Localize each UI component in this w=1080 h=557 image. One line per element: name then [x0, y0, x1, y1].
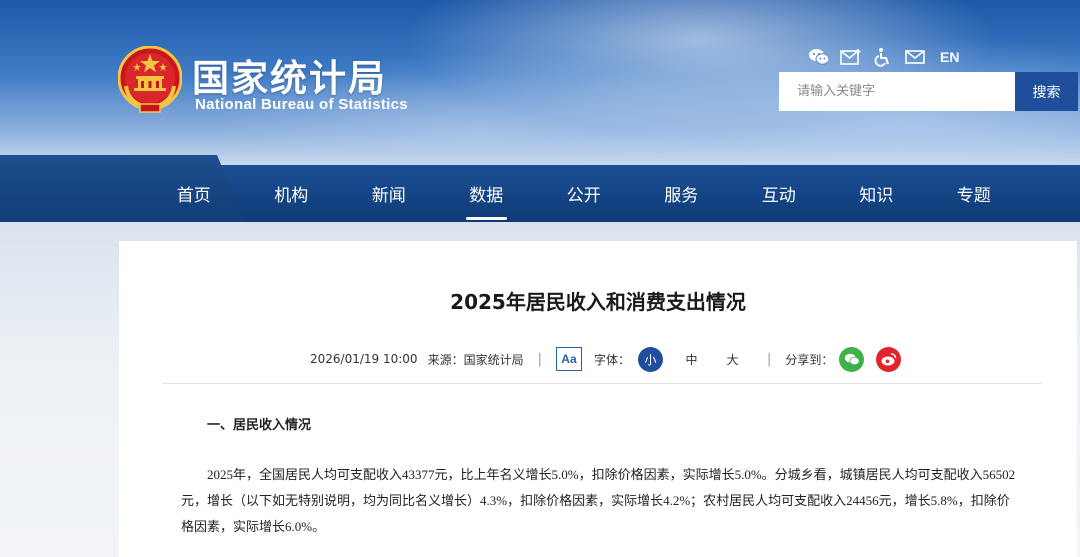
publish-date: 2026/01/19 10:00	[310, 352, 418, 366]
main-nav: 首页 机构 新闻 数据 公开 服务 互动 知识 专题	[145, 165, 1023, 222]
nav-item-services[interactable]: 服务	[633, 165, 731, 222]
search-input[interactable]	[779, 72, 1015, 111]
language-switch-en[interactable]: EN	[940, 49, 959, 65]
share-label: 分享到：	[785, 352, 834, 367]
nav-item-knowledge[interactable]: 知识	[828, 165, 926, 222]
nav-item-interaction[interactable]: 互动	[730, 165, 828, 222]
article-paragraph: 2025年，全国居民人均可支配收入43377元，比上年名义增长5.0%，扣除价格…	[181, 467, 1016, 534]
font-size-medium-button[interactable]: 中	[679, 347, 704, 372]
share-weibo-icon[interactable]	[876, 346, 902, 372]
font-size-label: 字体：	[593, 352, 630, 367]
site-logo-en[interactable]: National Bureau of Statistics	[195, 96, 408, 113]
meta-divider: |	[537, 351, 542, 367]
nav-item-data[interactable]: 数据	[438, 165, 536, 222]
article-source: 来源：国家统计局	[427, 352, 524, 367]
accessibility-icon[interactable]	[870, 46, 896, 68]
section-heading: 一、居民收入情况	[207, 418, 312, 433]
article-meta: 2026/01/19 10:00 来源：国家统计局 | Aa 字体： 小 中 大…	[310, 346, 902, 372]
content-divider	[162, 383, 1042, 384]
meta-divider: |	[766, 351, 772, 367]
font-size-small-button[interactable]: 小	[637, 346, 663, 372]
share-wechat-icon[interactable]	[839, 346, 865, 372]
site-logo-cn[interactable]: 国家统计局	[192, 48, 387, 102]
nav-item-institutions[interactable]: 机构	[243, 165, 341, 222]
search-button[interactable]: 搜索	[1015, 72, 1078, 111]
reader-mode-button[interactable]: Aa	[555, 347, 582, 371]
nav-item-home[interactable]: 首页	[145, 165, 243, 222]
nav-item-public[interactable]: 公开	[535, 165, 633, 222]
nav-item-news[interactable]: 新闻	[340, 165, 438, 222]
font-size-large-button[interactable]: 大	[720, 347, 745, 372]
article-title: 2025年居民收入和消费支出情况	[450, 290, 746, 314]
mail-icon[interactable]	[902, 46, 928, 68]
mail-add-icon[interactable]	[838, 46, 864, 68]
national-emblem-logo[interactable]	[118, 46, 182, 114]
wechat-icon[interactable]	[806, 46, 832, 68]
top-utility-bar: EN	[806, 45, 959, 69]
nav-item-topics[interactable]: 专题	[925, 165, 1023, 222]
